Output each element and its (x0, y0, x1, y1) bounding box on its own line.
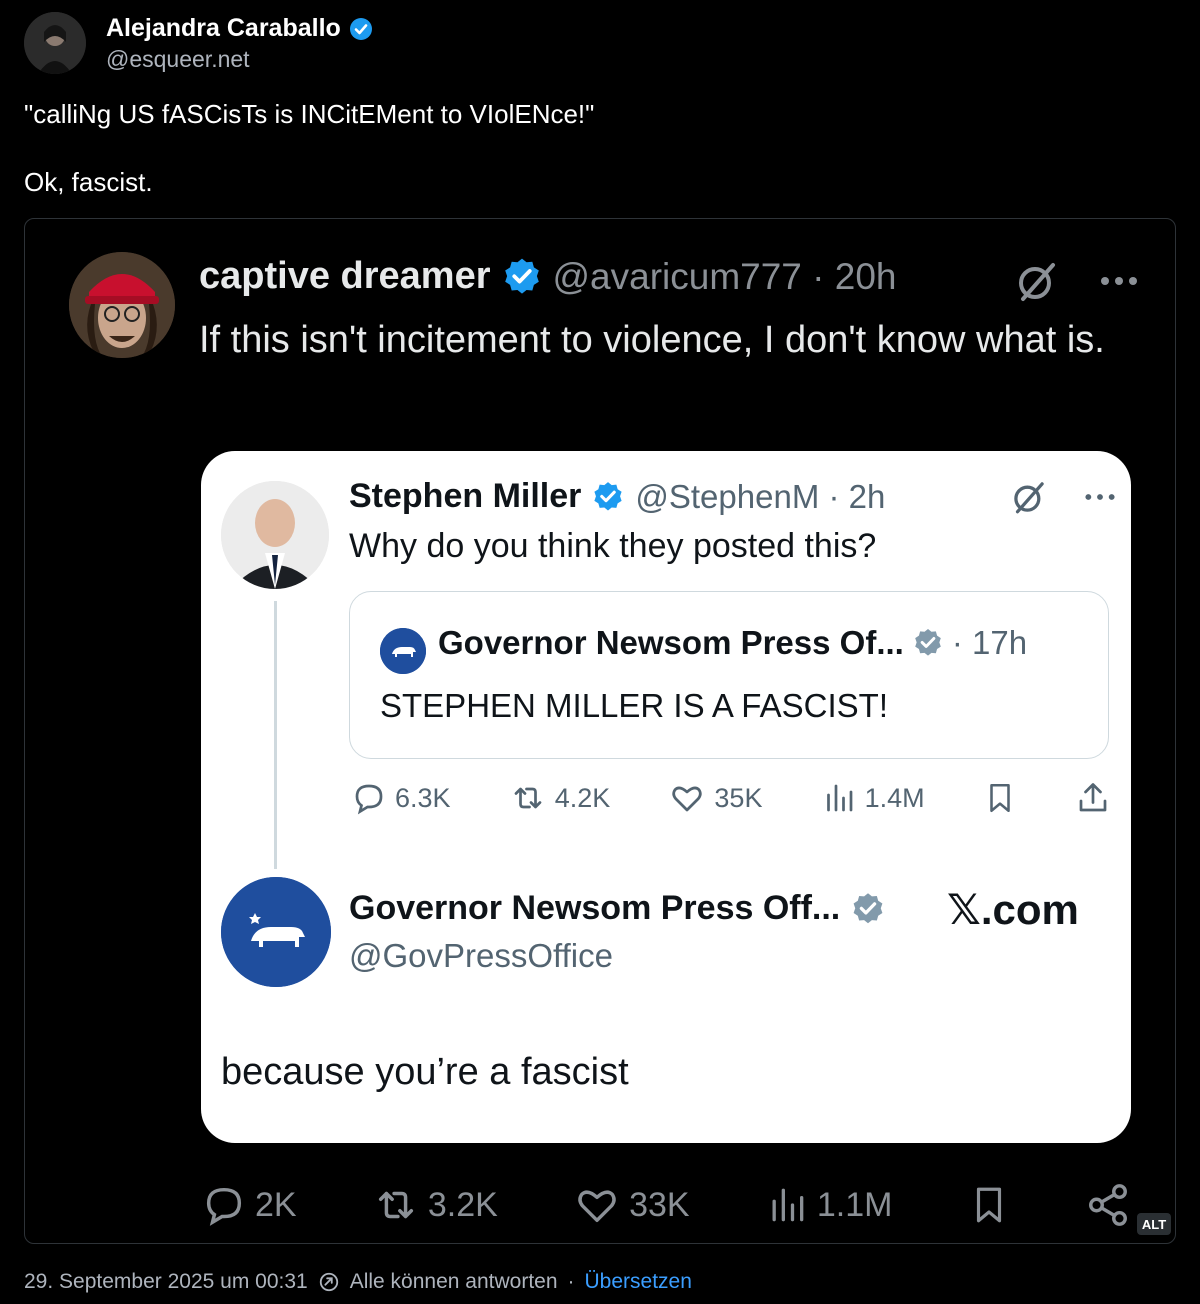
reply-author-handle: @GovPressOffice (349, 937, 613, 974)
image-repost-count: 3.2K (427, 1185, 498, 1224)
image-views-count: 1.1M (816, 1185, 893, 1224)
quoted-author-name: Governor Newsom Press Of... (438, 624, 904, 661)
inner-reply-stat: 6.3K (351, 780, 451, 816)
inner-post-text: Why do you think they posted this? (349, 527, 877, 565)
inner-like-stat: 35K (668, 780, 762, 816)
reply-icon (355, 784, 383, 815)
verified-gray-badge-icon (853, 892, 883, 923)
reply-setting-icon (319, 1272, 338, 1292)
inner-like-count: 35K (714, 782, 763, 813)
reply-author-row: Governor Newsom Press Off... (349, 889, 886, 928)
reply-author-avatar (221, 877, 331, 987)
x-brand-label: 𝕏.com (947, 886, 1079, 933)
quoted-author-row: Governor Newsom Press Of... · 17h (438, 624, 1027, 662)
inner-repost-count: 4.2K (554, 782, 611, 813)
image-repost-stat: 3.2K (372, 1182, 498, 1228)
repost-icon (514, 787, 542, 809)
image-views-stat: 1.1M (765, 1182, 893, 1228)
quote-author-text: If this isn't incitement to violence, I … (199, 319, 1105, 361)
image-reply-stat: 2K (201, 1182, 297, 1228)
quote-author-icons (1015, 259, 1139, 303)
translate-link[interactable]: Übersetzen (585, 1270, 692, 1294)
inner-repost-stat: 4.2K (509, 780, 611, 816)
reply-setting-label[interactable]: Alle können antworten (350, 1270, 558, 1294)
author-avatar[interactable] (24, 12, 86, 74)
heart-icon (672, 786, 703, 812)
post-image[interactable]: captive dreamer @avaricum777 · 20h If th… (24, 218, 1176, 1244)
inner-views-count: 1.4M (864, 782, 925, 813)
image-like-count: 33K (629, 1185, 690, 1224)
image-like-stat: 33K (573, 1182, 690, 1228)
quote-author-name: captive dreamer (199, 255, 491, 297)
author-name-row[interactable]: Alejandra Caraballo (106, 14, 373, 43)
image-actions: 2K 3.2K 33K 1.1M (201, 1181, 1131, 1229)
quote-author-row: captive dreamer @avaricum777 · 20h (199, 255, 897, 298)
author-handle[interactable]: @esqueer.net (106, 46, 250, 73)
share-icon (1079, 783, 1107, 812)
verified-gray-badge-icon (915, 629, 941, 656)
verified-badge-icon (594, 481, 622, 510)
grok-icon (1014, 482, 1044, 514)
verified-badge-icon (349, 17, 372, 40)
reply-author-name: Governor Newsom Press Off... (349, 889, 841, 927)
bookmark-icon (976, 1187, 1001, 1223)
inner-author-handle-time: @StephenM · 2h (635, 477, 886, 515)
inner-author-row: Stephen Miller @StephenM · 2h (349, 477, 885, 516)
alt-text-badge[interactable]: ALT (1137, 1213, 1171, 1235)
embedded-screenshot: Stephen Miller @StephenM · 2h Why do you… (201, 451, 1131, 1143)
quote-author-handle-time: @avaricum777 · 20h (552, 255, 897, 297)
image-reply-count: 2K (255, 1185, 297, 1224)
quoted-post: Governor Newsom Press Of... · 17h STEPHE… (349, 591, 1109, 759)
reply-icon (206, 1187, 242, 1226)
inner-author-name: Stephen Miller (349, 477, 582, 515)
views-icon (772, 1188, 804, 1222)
post-text-line2: Ok, fascist. (24, 167, 153, 197)
post-text-line1: "calliNg US fASCisTs is INCitEMent to VI… (24, 99, 595, 129)
reply-text: because you’re a fascist (221, 1051, 629, 1093)
author-name[interactable]: Alejandra Caraballo (106, 14, 341, 43)
share-network-icon (1088, 1184, 1127, 1226)
quoted-author-avatar (380, 628, 426, 674)
inner-icons (1011, 479, 1117, 515)
repost-icon (378, 1191, 413, 1219)
quoted-time: · 17h (951, 624, 1028, 661)
inner-author-avatar (221, 481, 329, 589)
inner-reply-count: 6.3K (395, 782, 451, 813)
heart-icon (578, 1190, 616, 1223)
thread-line (274, 601, 277, 869)
inner-views-stat: 1.4M (821, 780, 925, 816)
footer-separator: · (567, 1270, 575, 1293)
post-timestamp[interactable]: 29. September 2025 um 00:31 (24, 1270, 308, 1294)
views-icon (826, 784, 852, 812)
more-options-icon (1101, 277, 1137, 285)
verified-badge-icon (504, 258, 539, 294)
quote-author-avatar (69, 252, 175, 358)
inner-actions: 6.3K 4.2K 35K 1.4M (351, 779, 1111, 817)
quoted-text: STEPHEN MILLER IS A FASCIST! (380, 687, 888, 724)
grok-icon (1019, 263, 1055, 301)
more-options-icon (1085, 494, 1115, 500)
post-footer: 29. September 2025 um 00:31 Alle können … (24, 1270, 692, 1294)
bookmark-icon (990, 783, 1010, 813)
